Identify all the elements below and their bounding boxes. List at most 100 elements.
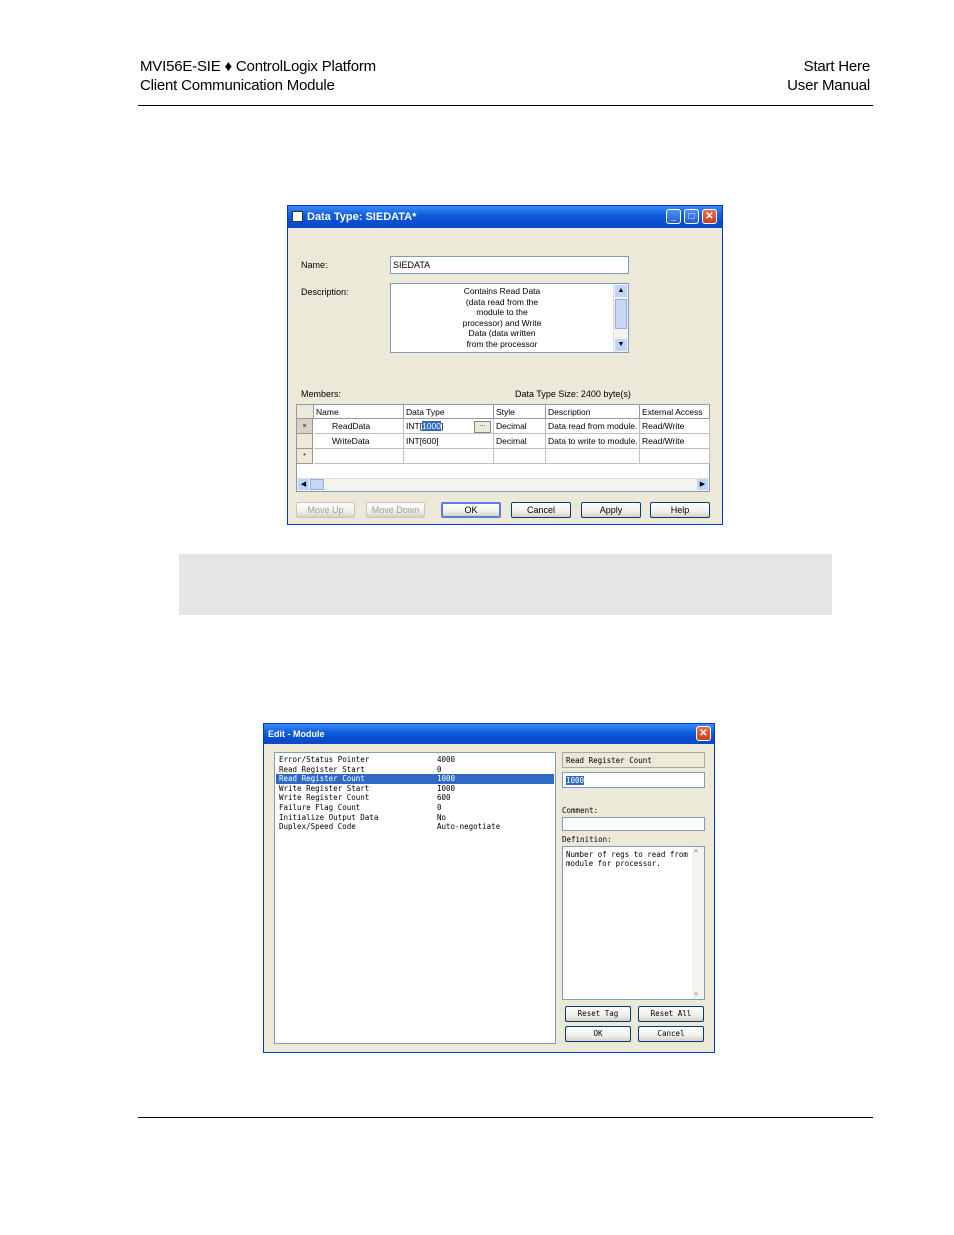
column-data-type[interactable]: Data Type bbox=[404, 405, 494, 419]
move-up-button[interactable]: Move Up bbox=[296, 502, 355, 518]
scroll-up-icon[interactable]: ▲ bbox=[615, 285, 627, 297]
parameter-row[interactable]: Write Register Count 600 bbox=[276, 793, 554, 803]
manual-title: User Manual bbox=[787, 77, 870, 94]
selected-parameter-box: Read Register Count bbox=[562, 752, 705, 768]
grid-corner bbox=[297, 405, 314, 419]
help-button[interactable]: Help bbox=[650, 502, 710, 518]
parameter-row[interactable]: Failure Flag Count 0 bbox=[276, 803, 554, 813]
parameter-name: Read Register Count bbox=[279, 774, 365, 784]
parameter-value: 600 bbox=[437, 793, 451, 803]
apply-button[interactable]: Apply bbox=[581, 502, 641, 518]
parameter-name: Initialize Output Data bbox=[279, 812, 379, 822]
horizontal-scroll-thumb[interactable] bbox=[310, 479, 324, 490]
member-data-type[interactable]: INT[600] bbox=[404, 434, 494, 449]
parameter-name: Error/Status Pointer bbox=[279, 755, 370, 764]
move-down-button[interactable]: Move Down bbox=[366, 502, 425, 518]
member-access[interactable]: Read/Write bbox=[640, 419, 710, 434]
close-icon[interactable]: ✕ bbox=[696, 726, 711, 741]
scroll-down-icon[interactable]: ▼ bbox=[693, 992, 699, 998]
member-name[interactable]: ReadData bbox=[314, 419, 404, 434]
members-grid[interactable]: Name Data Type Style Description Externa… bbox=[296, 404, 710, 492]
parameter-row[interactable]: Write Register Start 1000 bbox=[276, 784, 554, 794]
members-label: Members: bbox=[301, 389, 342, 399]
member-data-type[interactable]: INT[1000] ... bbox=[404, 419, 494, 434]
cancel-button[interactable]: Cancel bbox=[511, 502, 571, 518]
data-type-titlebar[interactable]: Data Type: SIEDATA* _ □ ✕ bbox=[288, 206, 722, 228]
selected-parameter-name: Read Register Count bbox=[566, 756, 652, 765]
parameter-row[interactable]: Duplex/Speed Code Auto-negotiate bbox=[276, 822, 554, 832]
scroll-down-icon[interactable]: ▼ bbox=[615, 339, 627, 351]
member-name[interactable]: WriteData bbox=[314, 434, 404, 449]
name-input[interactable]: SIEDATA bbox=[390, 256, 629, 274]
definition-box: Number of regs to read from module for p… bbox=[562, 846, 705, 1000]
new-row-cell[interactable] bbox=[314, 449, 404, 464]
new-row-marker[interactable]: * bbox=[297, 449, 313, 464]
member-description[interactable]: Data read from module. bbox=[546, 419, 640, 434]
member-description[interactable]: Data to write to module. bbox=[546, 434, 640, 449]
parameter-row[interactable]: Error/Status Pointer 4000 bbox=[276, 755, 554, 765]
footer-rule bbox=[138, 1117, 873, 1118]
comment-input[interactable] bbox=[562, 817, 705, 831]
scroll-up-icon[interactable]: ▲ bbox=[693, 848, 699, 854]
data-type-size: Data Type Size: 2400 byte(s) bbox=[515, 389, 631, 399]
edit-module-titlebar[interactable]: Edit - Module ✕ bbox=[264, 724, 714, 744]
ok-button[interactable]: OK bbox=[441, 502, 501, 518]
parameter-value: 4000 bbox=[437, 755, 456, 764]
member-style[interactable]: Decimal bbox=[494, 419, 546, 434]
browse-ellipsis-button[interactable]: ... bbox=[474, 421, 491, 433]
document-header-right: Start Here User Manual bbox=[787, 57, 870, 95]
document-header-left: MVI56E-SIE ♦ ControlLogix Platform Clien… bbox=[140, 57, 376, 95]
parameter-value: 0 bbox=[437, 803, 442, 812]
definition-scrollbar[interactable]: ▲ ▼ bbox=[692, 847, 704, 999]
column-style[interactable]: Style bbox=[494, 405, 546, 419]
minimize-icon[interactable]: _ bbox=[666, 209, 681, 224]
parameter-name: Duplex/Speed Code bbox=[279, 822, 356, 832]
column-name[interactable]: Name bbox=[314, 405, 404, 419]
comment-label: Comment: bbox=[562, 806, 599, 815]
member-style[interactable]: Decimal bbox=[494, 434, 546, 449]
column-external-access[interactable]: External Access bbox=[640, 405, 710, 419]
value-input[interactable]: 1000 bbox=[562, 772, 705, 788]
product-title: MVI56E-SIE ♦ ControlLogix Platform bbox=[140, 58, 376, 75]
parameter-row[interactable]: Initialize Output Data No bbox=[276, 813, 554, 823]
parameter-row[interactable]: Read Register Count 1000 bbox=[276, 774, 554, 785]
parameter-row[interactable]: Read Register Start 0 bbox=[276, 765, 554, 775]
parameter-name: Failure Flag Count bbox=[279, 803, 361, 812]
name-label: Name: bbox=[301, 260, 328, 270]
column-description[interactable]: Description bbox=[546, 405, 640, 419]
new-row-cell[interactable] bbox=[546, 449, 640, 464]
member-access[interactable]: Read/Write bbox=[640, 434, 710, 449]
scroll-left-icon[interactable]: ◀ bbox=[298, 479, 309, 490]
reset-tag-button[interactable]: Reset Tag bbox=[565, 1006, 631, 1022]
parameter-name: Write Register Count bbox=[279, 793, 370, 803]
close-icon[interactable]: ✕ bbox=[702, 209, 717, 224]
description-text: Contains Read Data (data read from the mod… bbox=[391, 286, 613, 349]
dialog-title: Edit - Module bbox=[268, 729, 325, 739]
cancel-button[interactable]: Cancel bbox=[638, 1026, 704, 1042]
dialog-title: Data Type: SIEDATA* bbox=[307, 211, 417, 223]
description-line: (data read from the bbox=[465, 296, 539, 307]
description-line: processor) and Write bbox=[462, 317, 542, 328]
ok-button[interactable]: OK bbox=[565, 1026, 631, 1042]
parameter-name: Read Register Start bbox=[279, 764, 365, 774]
parameter-value: 1000 bbox=[437, 774, 456, 784]
parameter-list[interactable]: Error/Status Pointer 4000 Read Register St… bbox=[274, 752, 556, 1044]
new-row-cell[interactable] bbox=[404, 449, 494, 464]
grid-horizontal-scrollbar[interactable]: ◀ ▶ bbox=[297, 478, 709, 491]
new-row-cell[interactable] bbox=[640, 449, 710, 464]
description-textarea[interactable]: Contains Read Data (data read from the mod… bbox=[390, 283, 629, 353]
row-marker[interactable]: × bbox=[297, 419, 313, 434]
maximize-icon[interactable]: □ bbox=[684, 209, 699, 224]
reset-all-button[interactable]: Reset All bbox=[638, 1006, 704, 1022]
note-box bbox=[179, 554, 832, 615]
parameter-value: No bbox=[437, 812, 447, 822]
app-icon bbox=[292, 211, 303, 222]
description-label: Description: bbox=[301, 287, 349, 297]
section-title: Start Here bbox=[803, 58, 871, 75]
new-row-cell[interactable] bbox=[494, 449, 546, 464]
description-scrollbar[interactable]: ▲ ▼ bbox=[613, 284, 628, 352]
value-text: 1000 bbox=[566, 776, 585, 785]
row-marker[interactable] bbox=[297, 434, 313, 449]
scroll-right-icon[interactable]: ▶ bbox=[697, 479, 708, 490]
scroll-thumb[interactable] bbox=[615, 299, 627, 329]
